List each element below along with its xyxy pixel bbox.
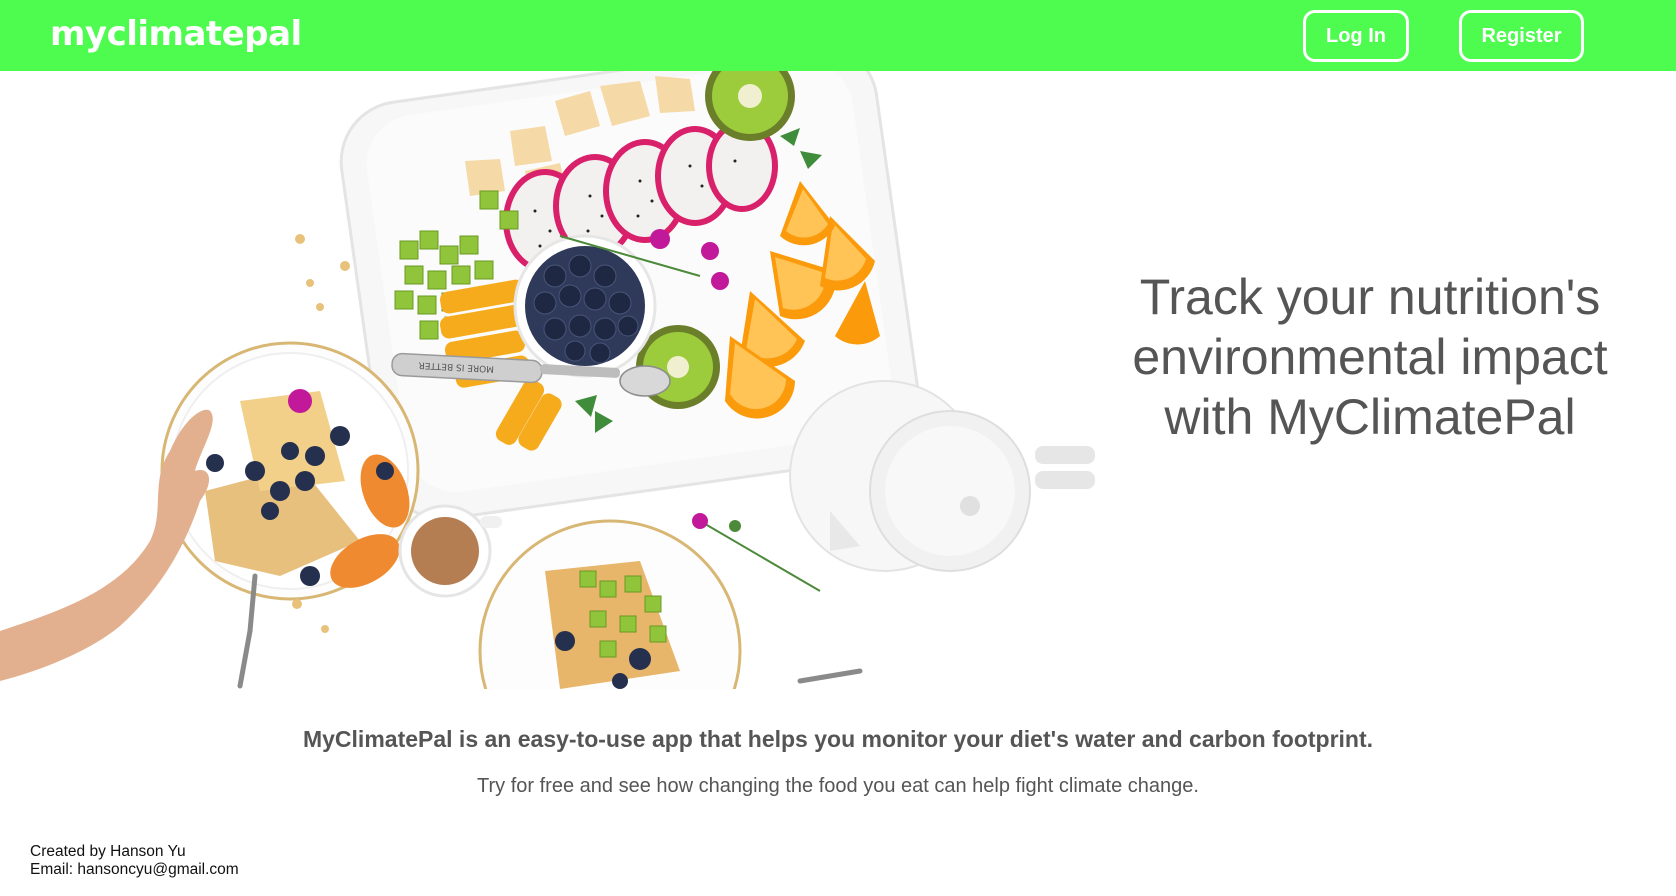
footer-email: Email: hansoncyu@gmail.com <box>30 861 239 878</box>
login-button[interactable]: Log In <box>1303 10 1409 62</box>
subline: Try for free and see how changing the fo… <box>477 775 1199 797</box>
register-button[interactable]: Register <box>1459 10 1584 62</box>
hero-section: MORE IS BETTER Track your nutrition's en… <box>0 71 1676 689</box>
hero-food-image: MORE IS BETTER <box>0 71 1110 689</box>
tagline: MyClimatePal is an easy-to-use app that … <box>302 726 1374 752</box>
footer: Created by Hanson Yu Email: hansoncyu@gm… <box>30 843 239 879</box>
footer-credit: Created by Hanson Yu <box>30 843 186 860</box>
hero-headline: Track your nutrition's environmental imp… <box>1132 269 1608 445</box>
top-navbar: myclimatepal Log In Register <box>0 0 1676 71</box>
brand-logo[interactable]: myclimatepal <box>50 14 302 54</box>
